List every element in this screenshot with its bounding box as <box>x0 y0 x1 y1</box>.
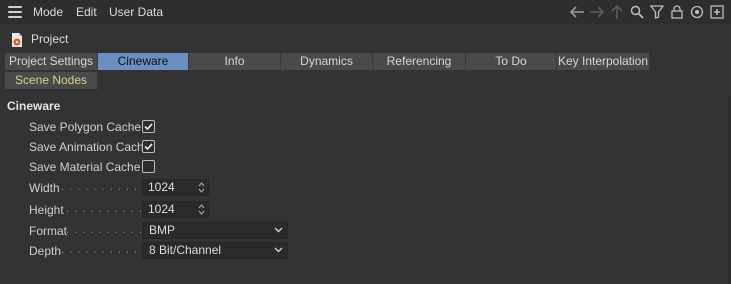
project-header: Project <box>0 28 731 50</box>
stepper-arrows-icon[interactable] <box>198 203 205 216</box>
new-window-icon[interactable] <box>709 4 725 20</box>
label-leader-dots: . . . . . . . . . . <box>66 224 144 236</box>
filter-icon[interactable] <box>649 4 665 20</box>
project-settings-icon <box>9 31 25 47</box>
width-value: 1024 <box>148 180 175 194</box>
arrow-up-icon[interactable] <box>609 4 625 20</box>
format-label: Format <box>29 224 68 238</box>
section-title: Cineware <box>7 99 61 113</box>
depth-label: Depth <box>29 244 62 258</box>
lock-icon[interactable] <box>669 4 685 20</box>
arrow-right-icon[interactable] <box>589 4 605 20</box>
stepper-arrows-icon[interactable] <box>198 181 205 194</box>
checkmark-icon <box>144 143 153 151</box>
format-dropdown[interactable]: BMP <box>142 222 288 239</box>
save-polygon-cache-label: Save Polygon Cache <box>29 120 142 134</box>
depth-value: 8 Bit/Channel <box>149 243 222 257</box>
chevron-down-icon <box>274 227 283 233</box>
save-animation-cache-checkbox[interactable] <box>142 140 155 153</box>
project-title: Project <box>31 32 69 46</box>
menu-item-edit[interactable]: Edit <box>76 5 97 19</box>
tab-referencing[interactable]: Referencing <box>373 53 466 70</box>
hamburger-menu-icon[interactable] <box>8 6 22 18</box>
arrow-left-icon[interactable] <box>569 4 585 20</box>
toolbar-icons <box>569 3 725 21</box>
format-value: BMP <box>149 223 176 237</box>
chevron-down-icon <box>274 247 283 253</box>
tab-cineware[interactable]: Cineware <box>98 53 189 70</box>
tab-project-settings[interactable]: Project Settings <box>5 53 98 70</box>
width-input[interactable]: 1024 <box>142 179 209 196</box>
save-polygon-cache-checkbox[interactable] <box>142 120 155 133</box>
search-icon[interactable] <box>629 4 645 20</box>
menu-bar: Mode Edit User Data <box>0 0 731 24</box>
target-icon[interactable] <box>689 4 705 20</box>
width-label: Width <box>29 181 60 195</box>
save-animation-cache-label: Save Animation Cache <box>29 140 151 154</box>
tab-key-interpolation[interactable]: Key Interpolation <box>557 53 650 70</box>
height-value: 1024 <box>148 202 175 216</box>
tab-dynamics[interactable]: Dynamics <box>281 53 373 70</box>
tab-to-do[interactable]: To Do <box>466 53 557 70</box>
menu-item-mode[interactable]: Mode <box>33 5 63 19</box>
height-input[interactable]: 1024 <box>142 201 209 218</box>
label-leader-dots: . . . . . . . . . . . <box>61 181 147 193</box>
checkmark-icon <box>144 123 153 131</box>
menu-item-user-data[interactable]: User Data <box>109 5 163 19</box>
tab-scene-nodes[interactable]: Scene Nodes <box>5 72 98 89</box>
depth-dropdown[interactable]: 8 Bit/Channel <box>142 242 288 259</box>
label-leader-dots: . . . . . . . . . . <box>66 203 144 215</box>
height-label: Height <box>29 203 64 217</box>
label-leader-dots: . <box>130 120 135 132</box>
tab-info[interactable]: Info <box>189 53 281 70</box>
save-material-cache-checkbox[interactable] <box>142 160 155 173</box>
label-leader-dots: . . . . . . . . . . . <box>61 244 147 256</box>
save-material-cache-label: Save Material Cache <box>29 160 141 174</box>
